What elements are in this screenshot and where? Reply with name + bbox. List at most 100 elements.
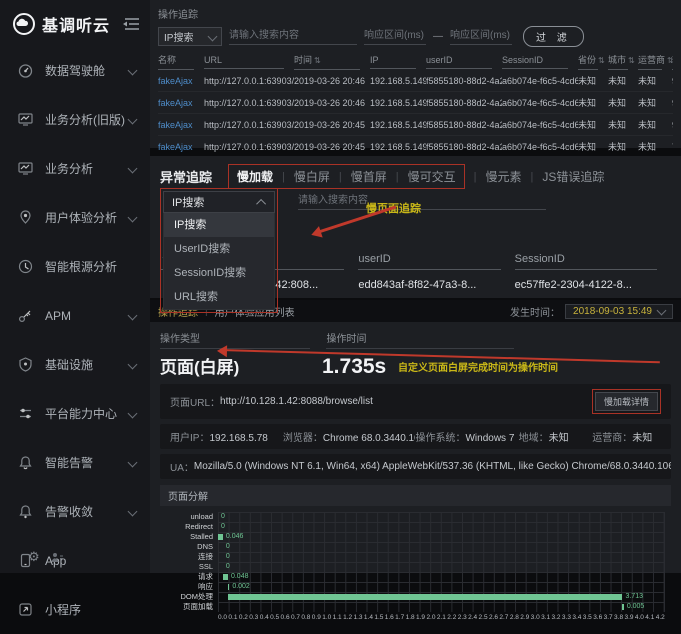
infrastructure-icon bbox=[18, 357, 34, 373]
sort-icon[interactable]: ⇅ bbox=[628, 56, 635, 65]
filter-button[interactable]: 过 滤 bbox=[523, 26, 584, 47]
x-tick: 1.5 bbox=[374, 614, 383, 621]
sidebar-item-platform[interactable]: 平台能力中心 bbox=[0, 389, 150, 438]
sidebar-item-app[interactable]: App bbox=[0, 536, 150, 585]
tab-慢加载[interactable]: 慢加载 bbox=[237, 168, 273, 185]
cell-sessionId: a6b074e-f6c5-4cd6-... bbox=[502, 70, 578, 92]
cell-ip: 192.168.5.149 bbox=[370, 92, 426, 114]
dropdown-option-IP搜索[interactable]: IP搜索 bbox=[164, 213, 274, 237]
x-tick: 3.1 bbox=[541, 614, 550, 621]
cell-time: 2019-03-26 20:45 bbox=[294, 114, 370, 136]
dropdown-option-URL搜索[interactable]: URL搜索 bbox=[164, 285, 274, 309]
sidebar-item-miniprogram[interactable]: 小程序 bbox=[0, 585, 150, 634]
column-header[interactable]: 耗时(ms)⇅ bbox=[672, 53, 673, 70]
sidebar-item-user-experience[interactable]: 用户体验分析 bbox=[0, 193, 150, 242]
column-header[interactable]: IP bbox=[370, 53, 426, 70]
sidebar-item-label: 智能根源分析 bbox=[45, 258, 117, 275]
tab-慢元素[interactable]: 慢元素 bbox=[486, 168, 522, 185]
mid-search-input[interactable] bbox=[298, 192, 546, 210]
table-row[interactable]: fakeAjaxhttp://127.0.0.1:63903/2019-03-2… bbox=[158, 114, 673, 136]
tab-separator: | bbox=[474, 171, 477, 183]
column-header[interactable]: 时间⇅ bbox=[294, 53, 370, 70]
column-header[interactable]: userID bbox=[358, 253, 514, 270]
cell-city: 未知 bbox=[608, 136, 638, 158]
cell-url: http://127.0.0.1:63903/ bbox=[204, 114, 294, 136]
cell-sessionId: a6b074e-f6c5-4cd6-... bbox=[502, 136, 578, 158]
table-row[interactable]: fakeAjaxhttp://127.0.0.1:63903/2019-03-2… bbox=[158, 136, 673, 158]
cell-ip: 192.168.5.149 bbox=[370, 136, 426, 158]
x-tick: 2.6 bbox=[489, 614, 498, 621]
cell-name[interactable]: fakeAjax bbox=[158, 114, 204, 136]
collapse-sidebar-icon[interactable] bbox=[122, 17, 140, 31]
x-tick: 2.9 bbox=[520, 614, 529, 621]
column-header[interactable]: 省份⇅ bbox=[578, 53, 608, 70]
x-tick: 3.7 bbox=[604, 614, 613, 621]
x-tick: 0.8 bbox=[301, 614, 310, 621]
waterfall-label: 连接 bbox=[166, 552, 213, 562]
cell-ip: 192.168.5.149 bbox=[370, 114, 426, 136]
cell-duration: 90 bbox=[672, 70, 673, 92]
cell-name[interactable]: fakeAjax bbox=[158, 92, 204, 114]
column-header[interactable]: SessionID bbox=[502, 53, 578, 70]
sidebar-item-root-cause[interactable]: 智能根源分析 bbox=[0, 242, 150, 291]
cell-name[interactable]: fakeAjax bbox=[158, 70, 204, 92]
sidebar-item-label: 业务分析 bbox=[45, 160, 93, 177]
tab-JS错误追踪[interactable]: JS错误追踪 bbox=[542, 168, 604, 185]
page-url-row: 页面URL： http://10.128.1.42:8088/browse/li… bbox=[160, 384, 671, 419]
sidebar-item-label: 小程序 bbox=[45, 601, 81, 618]
column-header[interactable]: userID bbox=[426, 53, 502, 70]
dropdown-option-SessionID搜索[interactable]: SessionID搜索 bbox=[164, 261, 274, 285]
column-header[interactable]: 名称 bbox=[158, 53, 204, 70]
chevron-down-icon bbox=[128, 164, 138, 174]
chevron-down-icon bbox=[128, 458, 138, 468]
search-type-select[interactable]: IP搜索 bbox=[158, 27, 222, 46]
sort-icon[interactable]: ⇅ bbox=[314, 56, 321, 65]
page-url-label: 页面URL： bbox=[170, 394, 220, 409]
chevron-up-icon bbox=[256, 198, 266, 208]
env-运营商: 运营商：未知 bbox=[592, 429, 661, 444]
tab-慢白屏[interactable]: 慢白屏 bbox=[294, 168, 330, 185]
waterfall-value: 0.005 bbox=[627, 603, 645, 611]
x-tick: 0.3 bbox=[249, 614, 258, 621]
page-breakdown-section: 页面分解 unloadRedirectStalledDNS连接SSL请求响应DO… bbox=[160, 485, 671, 623]
search-type-dropdown[interactable]: IP搜索 bbox=[163, 191, 275, 213]
x-tick: 1.1 bbox=[333, 614, 342, 621]
cell-userId: f5855180-88d2-4a27-... bbox=[426, 92, 502, 114]
sidebar-item-business-analysis-old[interactable]: 业务分析(旧版) bbox=[0, 95, 150, 144]
dropdown-option-UserID搜索[interactable]: UserID搜索 bbox=[164, 237, 274, 261]
cell-name[interactable]: fakeAjax bbox=[158, 136, 204, 158]
slow-load-detail-button[interactable]: 慢加载详情 bbox=[595, 392, 658, 411]
response-range-max-input[interactable] bbox=[450, 27, 512, 45]
sidebar-item-apm[interactable]: APM bbox=[0, 291, 150, 340]
waterfall-bar bbox=[218, 534, 223, 540]
alert-converge-icon bbox=[18, 504, 34, 520]
sort-icon[interactable]: ⇅ bbox=[598, 56, 605, 65]
exception-trace-title: 异常追踪 bbox=[160, 167, 212, 186]
table-row[interactable]: fakeAjaxhttp://127.0.0.1:63903/2019-03-2… bbox=[158, 70, 673, 92]
cell-time: 2019-03-26 20:45 bbox=[294, 136, 370, 158]
sidebar-item-alert-converge[interactable]: 告警收敛 bbox=[0, 487, 150, 536]
column-header[interactable]: 运营商⇅ bbox=[638, 53, 672, 70]
sidebar-item-smart-alert[interactable]: 智能告警 bbox=[0, 438, 150, 487]
x-tick: 2.5 bbox=[479, 614, 488, 621]
account-icon[interactable] bbox=[50, 551, 64, 563]
sidebar-item-business-analysis[interactable]: 业务分析 bbox=[0, 144, 150, 193]
search-input[interactable] bbox=[229, 27, 357, 45]
cell-duration: 72 bbox=[672, 136, 673, 158]
cell-userId: edd843af-8f82-47a3-8... bbox=[358, 270, 514, 301]
column-header[interactable]: 城市⇅ bbox=[608, 53, 638, 70]
operation-detail-panel: 操作类型 操作时间 页面(白屏) 1.735s 自定义页面白屏完成时间为操作时间… bbox=[150, 322, 681, 573]
tab-慢可交互[interactable]: 慢可交互 bbox=[408, 168, 456, 185]
ua-value: Mozilla/5.0 (Windows NT 6.1, Win64, x64)… bbox=[194, 461, 671, 472]
sidebar-item-infrastructure[interactable]: 基础设施 bbox=[0, 340, 150, 389]
settings-gear-icon[interactable]: ⚙ bbox=[28, 549, 40, 565]
response-range-min-input[interactable] bbox=[364, 27, 426, 45]
column-header[interactable]: URL bbox=[204, 53, 294, 70]
tab-慢首屏[interactable]: 慢首屏 bbox=[351, 168, 387, 185]
table-row[interactable]: fakeAjaxhttp://127.0.0.1:63903/2019-03-2… bbox=[158, 92, 673, 114]
sidebar-item-dashboard[interactable]: 数据驾驶舱 bbox=[0, 46, 150, 95]
exception-trace-header: 异常追踪 慢加载|慢白屏|慢首屏|慢可交互 |慢元素|JS错误追踪 bbox=[160, 164, 671, 189]
occur-time-select[interactable]: 2018-09-03 15:49 bbox=[565, 304, 673, 319]
column-header[interactable]: SessionID bbox=[515, 253, 671, 270]
x-tick: 3.4 bbox=[572, 614, 581, 621]
